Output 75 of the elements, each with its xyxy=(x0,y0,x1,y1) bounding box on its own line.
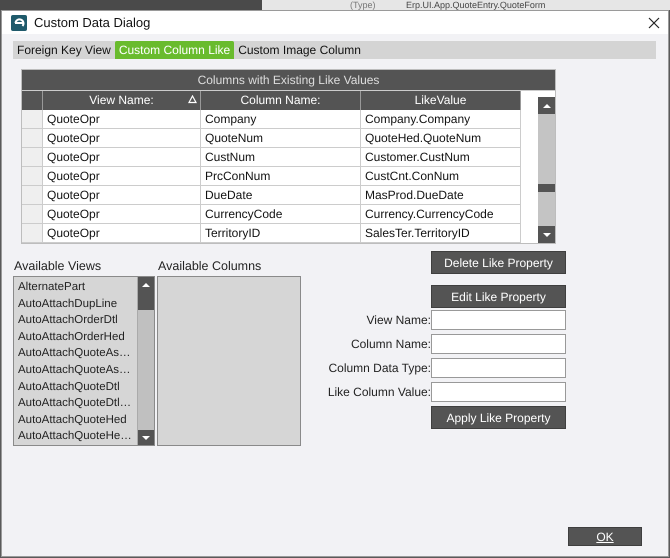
list-item[interactable]: AutoAttachQuoteHed xyxy=(18,412,137,428)
field-label: Column Data Type: xyxy=(328,361,431,375)
table-cell: CurrencyCode xyxy=(201,205,361,224)
table-cell: QuoteOpr xyxy=(43,205,201,224)
list-item[interactable]: AutoAttachQuoteAs… xyxy=(18,345,137,362)
input-field[interactable] xyxy=(431,358,566,378)
list-item[interactable]: AutoAttachQuoteAs… xyxy=(18,362,137,379)
sort-up-icon xyxy=(188,95,197,104)
table-cell: QuoteOpr xyxy=(43,186,201,205)
input-field[interactable] xyxy=(431,382,566,402)
tab[interactable]: Custom Image Column xyxy=(234,41,365,59)
scroll-up-icon xyxy=(141,280,151,288)
list-item[interactable]: AutoAttachQuoteDtl… xyxy=(18,395,137,412)
input-field[interactable] xyxy=(431,334,566,354)
row-selector-cell[interactable] xyxy=(22,186,43,205)
row-selector-cell[interactable] xyxy=(22,167,43,186)
close-icon[interactable] xyxy=(648,16,660,28)
columns-list[interactable] xyxy=(157,276,301,446)
field-label: View Name: xyxy=(366,313,431,327)
background-text: Erp.UI.App.QuoteEntry.QuoteForm xyxy=(406,0,546,10)
scroll-down-icon xyxy=(141,434,151,442)
field-label: Like Column Value: xyxy=(328,385,431,399)
table-cell: QuoteOpr xyxy=(43,167,201,186)
scroll-down-icon xyxy=(542,230,552,238)
table-cell: QuoteOpr xyxy=(43,110,201,129)
list-item[interactable]: AutoAttachOrderDtl xyxy=(18,312,137,329)
table-cell: QuoteOpr xyxy=(43,148,201,167)
list-label: Available Views xyxy=(13,258,102,275)
list-label: Available Columns xyxy=(157,258,262,275)
background-text: (Type) xyxy=(350,0,377,10)
field-label: Column Name: xyxy=(350,337,431,351)
apply-button[interactable]: Apply Like Property xyxy=(431,406,566,429)
table-cell: Customer.CustNum xyxy=(361,148,521,167)
vertical-scrollbar[interactable] xyxy=(538,97,555,243)
edit-button[interactable]: Edit Like Property xyxy=(431,285,566,308)
list-item[interactable]: AutoAttachDupLine xyxy=(18,296,137,312)
window-title: Custom Data Dialog xyxy=(34,15,152,30)
table-cell: QuoteNum xyxy=(201,129,361,148)
tab[interactable]: Foreign Key View xyxy=(13,41,115,59)
table-cell: CustNum xyxy=(201,148,361,167)
app-logo-icon xyxy=(11,14,27,30)
table-cell: PrcConNum xyxy=(201,167,361,186)
row-selector-cell[interactable] xyxy=(22,129,43,148)
table-cell: QuoteHed.QuoteNum xyxy=(361,129,521,148)
table-cell: DueDate xyxy=(201,186,361,205)
column-header[interactable]: LikeValue xyxy=(361,91,521,110)
table-cell: Company xyxy=(201,110,361,129)
table-cell: Company.Company xyxy=(361,110,521,129)
list-item[interactable]: AutoAttachQuoteHe… xyxy=(18,428,137,445)
row-selector-cell[interactable] xyxy=(22,148,43,167)
table-cell: Currency.CurrencyCode xyxy=(361,205,521,224)
table-cell: MasProd.DueDate xyxy=(361,186,521,205)
row-selector-cell[interactable] xyxy=(22,224,43,243)
views-list[interactable]: AlternatePart AutoAttachDupLine AutoAttachOrderDtl AutoAttachOrderHed AutoAttachQuoteAs… AutoAttachQuoteAs… AutoAttachQuoteDtl AutoAttachQuoteDtl… AutoAttachQuoteHed AutoAttachQuoteHe… xyxy=(13,276,155,446)
grid-caption: Columns with Existing Like Values xyxy=(22,70,555,91)
list-item[interactable]: AutoAttachOrderHed xyxy=(18,328,137,346)
table-cell: QuoteOpr xyxy=(43,224,201,243)
vertical-scrollbar[interactable] xyxy=(137,277,154,445)
scrollbar-thumb[interactable] xyxy=(138,292,154,310)
list-item[interactable]: AutoAttachQuoteDtl xyxy=(18,378,137,396)
table-cell: QuoteOpr xyxy=(43,129,201,148)
table-cell: SalesTer.TerritoryID xyxy=(361,224,521,243)
row-selector-header xyxy=(22,91,43,110)
table-cell: CustCnt.ConNum xyxy=(361,167,521,186)
list-item[interactable]: AlternatePart xyxy=(18,279,137,296)
table-cell: TerritoryID xyxy=(201,224,361,243)
column-header[interactable]: View Name: xyxy=(43,91,201,110)
row-selector-cell[interactable] xyxy=(22,110,43,129)
ok-button[interactable]: OK xyxy=(568,527,642,546)
column-header[interactable]: Column Name: xyxy=(201,91,361,110)
input-field[interactable] xyxy=(431,310,566,330)
scrollbar-thumb[interactable] xyxy=(538,184,555,192)
row-selector-cell[interactable] xyxy=(22,205,43,224)
delete-button[interactable]: Delete Like Property xyxy=(431,251,566,274)
scroll-up-icon xyxy=(542,102,552,110)
